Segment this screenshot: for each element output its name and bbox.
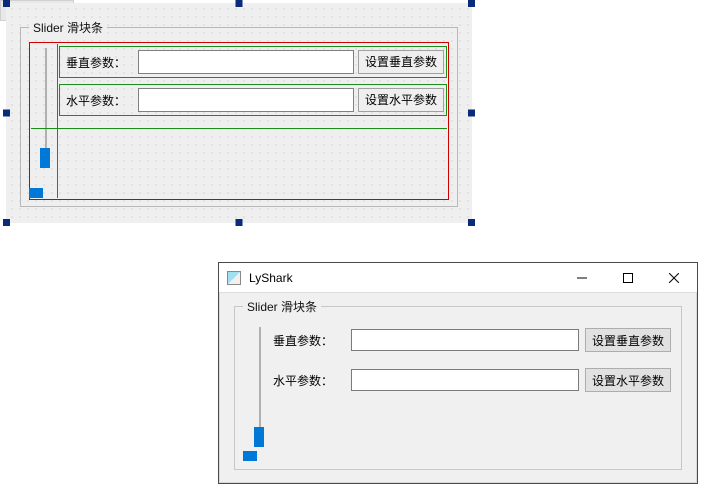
input-horizontal-param[interactable] <box>351 369 579 391</box>
runtime-window: LyShark Slider 滑块条 垂直参数： <box>218 262 698 484</box>
set-horizontal-button[interactable]: 设置水平参数 <box>358 88 444 112</box>
label-horizontal-param: 水平参数： <box>62 92 134 109</box>
input-vertical-param[interactable] <box>138 50 354 74</box>
resize-handle-middle-right[interactable] <box>468 110 475 117</box>
horizontal-slider-thumb[interactable] <box>243 451 257 461</box>
minimize-icon <box>577 273 587 283</box>
resize-handle-top-middle[interactable] <box>236 0 243 7</box>
input-vertical-param[interactable] <box>351 329 579 351</box>
layout-guide-horizontal <box>31 128 447 129</box>
vertical-slider[interactable] <box>37 48 55 168</box>
close-icon <box>669 273 679 283</box>
resize-handle-bottom-middle[interactable] <box>236 219 243 226</box>
slider-thumb[interactable] <box>40 148 50 168</box>
form-row-horizontal[interactable]: 水平参数： 设置水平参数 <box>59 84 447 116</box>
app-icon <box>227 271 241 285</box>
groupbox-slider: Slider 滑块条 垂直参数： 设置垂直参数 水平参数： 设置水平参数 <box>234 306 682 470</box>
resize-handle-bottom-left[interactable] <box>3 219 10 226</box>
window-controls <box>559 263 697 292</box>
close-button[interactable] <box>651 263 697 292</box>
window-titlebar[interactable]: LyShark <box>219 263 697 293</box>
groupbox-slider[interactable]: Slider 滑块条 垂直参数： 设置垂直参数 水平参数： 设置水 <box>20 27 458 207</box>
resize-handle-bottom-right[interactable] <box>468 219 475 226</box>
layout-guide-vertical <box>57 44 58 198</box>
resize-handle-top-right[interactable] <box>468 0 475 7</box>
form-row-horizontal: 水平参数： 设置水平参数 <box>273 365 671 395</box>
form-rows: 垂直参数： 设置垂直参数 水平参数： 设置水平参数 <box>273 325 671 405</box>
groupbox-title: Slider 滑块条 <box>29 19 107 36</box>
slider-thumb[interactable] <box>254 427 264 447</box>
vertical-slider[interactable] <box>251 327 269 447</box>
resize-handle-top-left[interactable] <box>3 0 10 7</box>
label-vertical-param: 垂直参数： <box>273 332 345 349</box>
label-horizontal-param: 水平参数： <box>273 372 345 389</box>
horizontal-slider-thumb[interactable] <box>29 188 43 198</box>
set-vertical-button[interactable]: 设置垂直参数 <box>585 328 671 352</box>
label-vertical-param: 垂直参数： <box>62 54 134 71</box>
maximize-button[interactable] <box>605 263 651 292</box>
maximize-icon <box>623 273 633 283</box>
input-horizontal-param[interactable] <box>138 88 354 112</box>
qt-designer-panel: 在这里输入 Slider 滑块条 垂直参数： <box>0 0 478 230</box>
groupbox-title: Slider 滑块条 <box>243 298 321 315</box>
minimize-button[interactable] <box>559 263 605 292</box>
set-horizontal-button[interactable]: 设置水平参数 <box>585 368 671 392</box>
design-surface[interactable]: Slider 滑块条 垂直参数： 设置垂直参数 水平参数： 设置水 <box>6 3 472 223</box>
set-vertical-button[interactable]: 设置垂直参数 <box>358 50 444 74</box>
window-title: LyShark <box>249 271 559 285</box>
form-row-vertical: 垂直参数： 设置垂直参数 <box>273 325 671 355</box>
window-client-area: Slider 滑块条 垂直参数： 设置垂直参数 水平参数： 设置水平参数 <box>220 294 696 482</box>
resize-handle-middle-left[interactable] <box>3 110 10 117</box>
form-rows: 垂直参数： 设置垂直参数 水平参数： 设置水平参数 <box>59 46 447 122</box>
form-row-vertical[interactable]: 垂直参数： 设置垂直参数 <box>59 46 447 78</box>
